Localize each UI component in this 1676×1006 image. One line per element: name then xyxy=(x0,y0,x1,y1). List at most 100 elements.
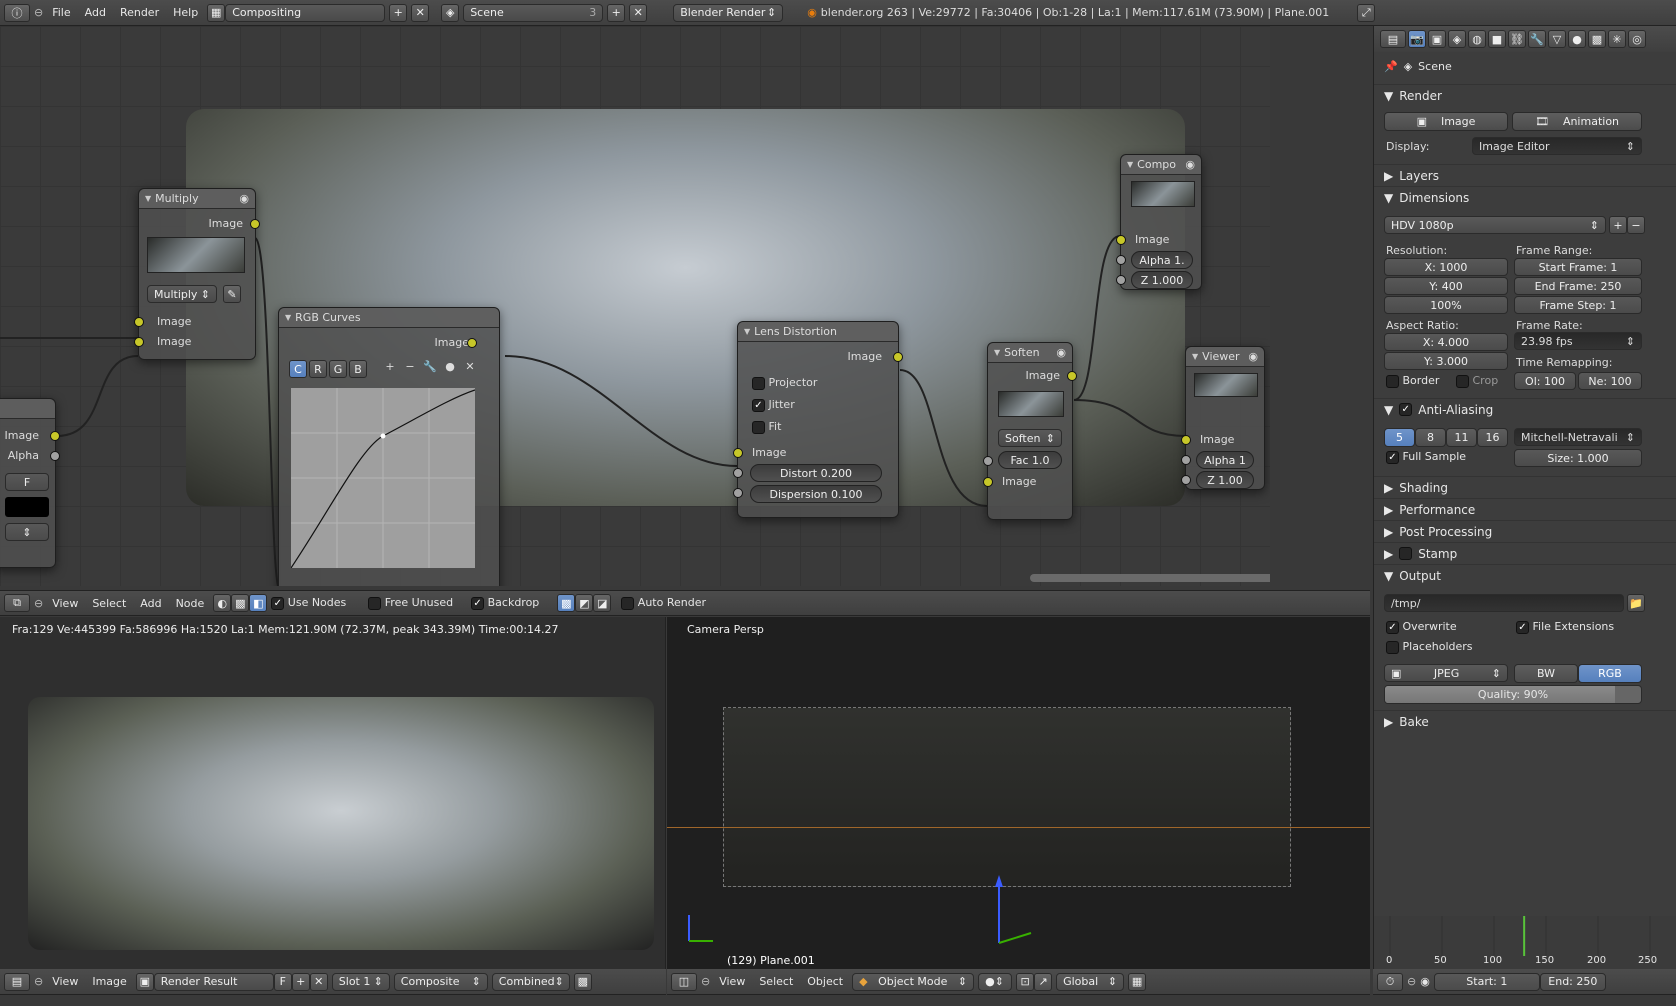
collapse-triangle-icon[interactable]: ▼ xyxy=(994,348,1000,357)
input-socket[interactable] xyxy=(134,337,144,347)
color-bw-button[interactable]: BW xyxy=(1514,664,1578,683)
editor-type-icon[interactable]: ▤ xyxy=(4,972,30,991)
checkbox[interactable]: ✓ xyxy=(752,398,765,412)
z-field[interactable]: Z 1.000 xyxy=(1131,271,1193,289)
render-animation-button[interactable]: 🎞 Animation xyxy=(1512,112,1642,131)
menu-object[interactable]: Object xyxy=(802,975,848,988)
checkbox[interactable]: ✓ xyxy=(1399,403,1413,416)
pass-select[interactable]: Combined ⇕ xyxy=(491,972,570,991)
curve-channel-c[interactable]: C xyxy=(289,360,307,378)
input-socket[interactable] xyxy=(733,468,743,478)
output-socket[interactable] xyxy=(50,451,60,461)
transform-manipulator[interactable] xyxy=(991,873,1041,953)
checkbox[interactable]: ✓ xyxy=(271,596,285,610)
menu-add[interactable]: Add xyxy=(80,6,111,19)
frame-step-field[interactable]: Frame Step: 1 xyxy=(1514,296,1642,314)
properties-editor[interactable]: ▤ 📷 ▣ ◈ ◍ ■ ⛓ 🔧 ▽ ● ▩ ✳ ◎ 📌 ◈ Scene ▼ Rende… xyxy=(1373,26,1676,916)
menu-image[interactable]: Image xyxy=(87,975,131,988)
fit-checkbox[interactable]: Fit xyxy=(752,420,781,434)
node-rgb-curves[interactable]: ▼ RGB Curves Image C R G B + − 🔧 ● ✕ xyxy=(278,307,500,586)
editor-type-icon[interactable]: ⏱ xyxy=(1377,972,1403,991)
input-socket[interactable] xyxy=(134,317,144,327)
horizontal-scrollbar[interactable] xyxy=(1030,574,1270,582)
node-composite[interactable]: ▼ Compo ◉ Image Alpha 1. Z 1.000 xyxy=(1116,154,1202,290)
collapse-icon[interactable]: ⊖ xyxy=(34,975,43,988)
output-socket[interactable] xyxy=(467,338,477,348)
editor-type-icon[interactable]: ◫ xyxy=(671,972,697,991)
menu-add[interactable]: Add xyxy=(135,597,166,610)
panel-anti-aliasing[interactable]: ▼ ✓ Anti-Aliasing xyxy=(1374,398,1676,420)
z-field[interactable]: Z 1.00 xyxy=(1196,471,1254,489)
auto-render-checkbox[interactable]: Auto Render xyxy=(621,596,706,610)
projector-checkbox[interactable]: Projector xyxy=(752,376,817,390)
checkbox[interactable] xyxy=(1386,374,1399,388)
menu-view[interactable]: View xyxy=(47,975,83,988)
node-lens-distortion[interactable]: ▼ Lens Distortion Image Projector ✓ Jitte… xyxy=(733,321,903,518)
aa-filter-select[interactable]: Mitchell-Netravali ⇕ xyxy=(1514,428,1642,446)
screen-selector[interactable]: Compositing xyxy=(225,3,386,22)
zoom-in-icon[interactable]: + xyxy=(381,360,399,378)
distort-field[interactable]: Distort 0.200 xyxy=(750,464,882,482)
menu-file[interactable]: File xyxy=(47,6,75,19)
alpha-field[interactable]: Alpha 1. xyxy=(1131,251,1193,269)
layer-select[interactable]: ⇕ xyxy=(5,523,49,541)
checkbox[interactable] xyxy=(368,596,382,610)
aa-samples-8[interactable]: 8 xyxy=(1415,428,1446,447)
preview-toggle-icon[interactable]: ◉ xyxy=(1248,350,1258,363)
screen-layout-icon[interactable]: ▦ xyxy=(207,3,226,22)
aa-samples-16[interactable]: 16 xyxy=(1477,428,1508,447)
blend-mode-select[interactable]: Multiply ⇕ xyxy=(147,285,217,303)
quality-slider[interactable]: Quality: 90% xyxy=(1384,685,1642,704)
modifiers-tab-icon[interactable]: 🔧 xyxy=(1528,30,1546,48)
preview-toggle-icon[interactable]: ◉ xyxy=(1185,158,1195,171)
filter-type-select[interactable]: Soften ⇕ xyxy=(998,429,1062,447)
menu-node[interactable]: Node xyxy=(171,597,210,610)
clip-icon[interactable]: ● xyxy=(441,360,459,378)
data-tab-icon[interactable]: ▽ xyxy=(1548,30,1566,48)
scene-tab-icon[interactable]: ◈ xyxy=(1448,30,1466,48)
checkbox[interactable] xyxy=(1386,640,1399,654)
end-frame-field[interactable]: End: 250 xyxy=(1539,972,1606,991)
pivot-icon[interactable]: ⊡ xyxy=(1016,972,1035,991)
collapse-triangle-icon[interactable]: ▼ xyxy=(1127,160,1133,169)
checkbox[interactable]: ✓ xyxy=(1386,450,1399,464)
resolution-x-field[interactable]: X: 1000 xyxy=(1384,258,1508,276)
free-unused-checkbox[interactable]: Free Unused xyxy=(368,596,453,610)
remove-preset-button[interactable]: − xyxy=(1627,216,1645,234)
3d-viewport[interactable]: Camera Persp (129) Plane.001 xyxy=(667,617,1370,972)
preview-toggle-icon[interactable]: ◉ xyxy=(239,192,249,205)
alpha-field[interactable]: Alpha 1 xyxy=(1196,451,1254,469)
layers-icon[interactable]: ▦ xyxy=(1128,972,1147,991)
backdrop-color-icon[interactable]: ▩ xyxy=(557,594,576,612)
preset-select[interactable]: HDV 1080p ⇕ xyxy=(1384,216,1606,234)
use-nodes-checkbox[interactable]: ✓ Use Nodes xyxy=(271,596,346,610)
backdrop-checkbox[interactable]: ✓ Backdrop xyxy=(471,596,539,610)
input-socket[interactable] xyxy=(1181,475,1191,485)
timeline[interactable]: 0 50 100 150 200 250 xyxy=(1373,916,1676,969)
draw-channels-icon[interactable]: ▩ xyxy=(573,972,592,991)
menu-view[interactable]: View xyxy=(714,975,750,988)
aa-samples-5[interactable]: 5 xyxy=(1384,428,1415,447)
aspect-x-field[interactable]: X: 4.000 xyxy=(1384,333,1508,351)
checkbox[interactable] xyxy=(1399,547,1413,560)
image-browse-icon[interactable]: ▣ xyxy=(135,972,154,991)
info-editor-icon[interactable]: ⓘ xyxy=(4,3,30,22)
orientation-select[interactable]: Global ⇕ xyxy=(1056,972,1125,991)
crop-checkbox[interactable]: Crop xyxy=(1456,374,1498,388)
file-extensions-checkbox[interactable]: ✓ File Extensions xyxy=(1516,620,1614,634)
resolution-y-field[interactable]: Y: 400 xyxy=(1384,277,1508,295)
delete-screen-button[interactable]: ✕ xyxy=(411,3,430,22)
checkbox[interactable] xyxy=(621,596,635,610)
checkbox[interactable] xyxy=(752,376,765,390)
preview-toggle-icon[interactable]: ◉ xyxy=(1056,346,1066,359)
dispersion-field[interactable]: Dispersion 0.100 xyxy=(750,485,882,503)
node-render-layers[interactable]: Image Alpha F ⇕ xyxy=(0,398,60,568)
output-socket[interactable] xyxy=(1067,371,1077,381)
texture-tab-icon[interactable]: ▩ xyxy=(1588,30,1606,48)
add-preset-button[interactable]: + xyxy=(1609,216,1627,234)
output-path-field[interactable]: /tmp/ xyxy=(1384,594,1624,612)
pin-icon[interactable]: 📌 xyxy=(1384,60,1398,73)
checkbox[interactable] xyxy=(752,420,765,434)
panel-layers[interactable]: ▶ Layers xyxy=(1374,164,1676,186)
mode-select[interactable]: ◆ Object Mode ⇕ xyxy=(852,972,975,991)
